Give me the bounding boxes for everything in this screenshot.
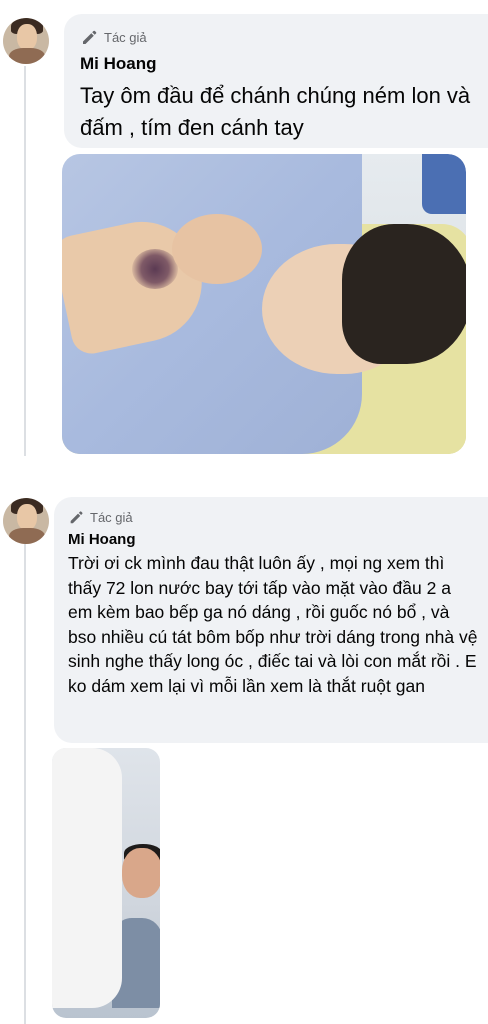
author-badge: Tác giả bbox=[68, 509, 133, 525]
author-badge: Tác giả bbox=[80, 28, 147, 46]
comment-photo[interactable] bbox=[62, 154, 466, 454]
author-name[interactable]: Mi Hoang bbox=[80, 54, 157, 74]
thread-line bbox=[24, 66, 26, 456]
badge-label: Tác giả bbox=[104, 29, 147, 45]
author-name[interactable]: Mi Hoang bbox=[68, 531, 136, 548]
comment-text: Trời ơi ck mình đau thật luôn ấy , mọi n… bbox=[68, 553, 478, 696]
pencil-icon bbox=[70, 511, 83, 524]
pencil-icon bbox=[83, 30, 97, 44]
comment-photo[interactable] bbox=[52, 748, 160, 1018]
comment-bubble: Tác giả Mi Hoang Trời ơi ck mình đau thậ… bbox=[54, 497, 488, 743]
avatar[interactable] bbox=[3, 498, 49, 544]
comment-text: Tay ôm đầu để chánh chúng ném lon và đấm… bbox=[80, 83, 471, 140]
avatar[interactable] bbox=[3, 18, 49, 64]
section-gap bbox=[0, 458, 488, 488]
thread-line bbox=[24, 544, 26, 1024]
badge-label: Tác giả bbox=[90, 509, 133, 525]
comment-bubble: Tác giả Mi Hoang Tay ôm đầu để chánh chú… bbox=[64, 14, 488, 148]
